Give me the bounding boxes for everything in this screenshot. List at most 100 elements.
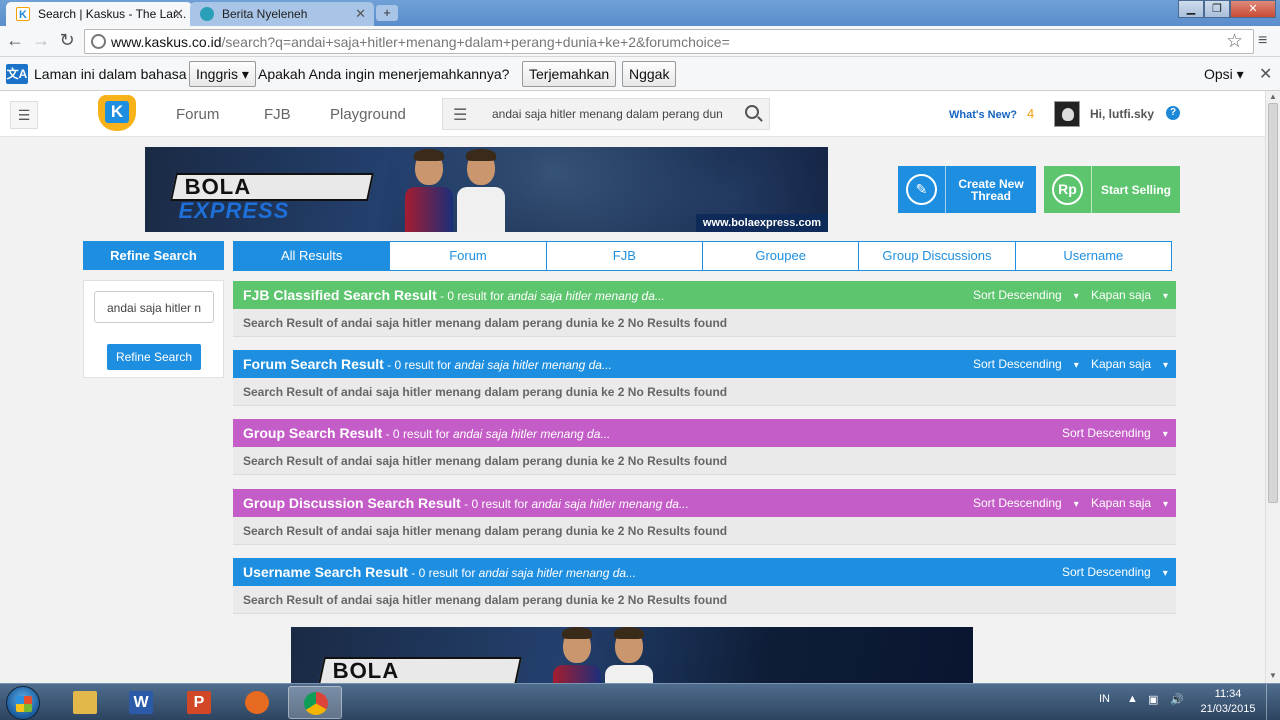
globe-icon (91, 34, 106, 49)
logo-k-icon: K (105, 101, 129, 123)
nav-playground[interactable]: Playground (330, 106, 406, 123)
tab-fjb[interactable]: FJB (545, 242, 702, 270)
reload-icon[interactable]: ↻ (56, 30, 78, 51)
nav-fjb[interactable]: FJB (264, 106, 291, 123)
refine-search-button[interactable]: Refine Search (107, 344, 201, 370)
translate-button[interactable]: Terjemahkan (522, 61, 617, 87)
bolaexpress-bottom-banner[interactable]: BOLAEXPRESS (291, 627, 973, 683)
close-tab-icon[interactable]: ✕ (173, 6, 184, 22)
scrollbar-thumb[interactable] (1268, 103, 1278, 503)
hamburger-menu-button[interactable]: ☰ (10, 101, 38, 129)
tab-title: Search | Kaskus - The Lar... (38, 7, 187, 21)
search-category-menu-icon[interactable]: ☰ (453, 105, 467, 125)
taskbar-explorer[interactable] (58, 686, 112, 719)
show-desktop-button[interactable] (1266, 684, 1280, 720)
tab-groupee[interactable]: Groupee (701, 242, 858, 270)
sort-dropdown[interactable]: Sort Descending (973, 357, 1079, 371)
scroll-up-icon[interactable]: ▲ (1269, 92, 1277, 101)
volume-icon[interactable]: 🔊 (1170, 693, 1184, 706)
language-select[interactable]: Inggris ▾ (189, 61, 256, 87)
new-tab-button[interactable]: + (376, 5, 398, 21)
windows-logo-icon (16, 696, 32, 712)
time-dropdown[interactable]: Kapan saja (1091, 496, 1168, 510)
notification-count[interactable]: 4 (1027, 106, 1034, 121)
powerpoint-icon: P (187, 691, 211, 714)
start-selling-button[interactable]: Rp Start Selling (1044, 166, 1180, 213)
header-search: ☰ andai saja hitler menang dalam perang … (442, 98, 770, 130)
tab-group-discussions[interactable]: Group Discussions (858, 242, 1014, 270)
network-icon[interactable]: ▣ (1148, 693, 1158, 706)
sort-dropdown[interactable]: Sort Descending (1062, 426, 1168, 440)
section-header: Group Discussion Search Result - 0 resul… (233, 489, 1176, 517)
close-tab-icon[interactable]: ✕ (355, 6, 366, 22)
start-button[interactable] (6, 686, 40, 720)
close-window-button[interactable]: ✕ (1230, 0, 1276, 18)
refine-search-input[interactable]: andai saja hitler n (94, 291, 214, 323)
nav-forum[interactable]: Forum (176, 106, 219, 123)
user-greeting[interactable]: Hi, lutfi.sky (1090, 107, 1154, 121)
url-text: www.kaskus.co.id/search?q=andai+saja+hit… (111, 34, 730, 50)
result-message: Search Result of andai saja hitler menan… (233, 517, 1176, 545)
back-icon[interactable]: ← (4, 30, 26, 51)
result-message: Search Result of andai saja hitler menan… (233, 586, 1176, 614)
decline-translate-button[interactable]: Nggak (622, 61, 677, 87)
bookmark-star-icon[interactable]: ☆ (1226, 30, 1243, 53)
taskbar-chrome[interactable] (288, 686, 342, 719)
tab-berita-nyeleneh[interactable]: Berita Nyeleneh ✕ (190, 2, 374, 26)
firefox-icon (245, 691, 269, 714)
kaskus-logo[interactable]: K (94, 93, 140, 135)
result-tabs: All Results Forum FJB Groupee Group Disc… (233, 241, 1172, 271)
refine-search-heading: Refine Search (83, 241, 224, 270)
translate-question: Apakah Anda ingin menerjemahkannya? (258, 66, 510, 82)
bolaexpress-logo: BOLAEXPRESS (318, 657, 522, 683)
translate-options-menu[interactable]: Opsi ▾ (1204, 66, 1244, 83)
result-message: Search Result of andai saja hitler menan… (233, 309, 1176, 337)
sort-dropdown[interactable]: Sort Descending (973, 288, 1079, 302)
sort-dropdown[interactable]: Sort Descending (1062, 565, 1168, 579)
forward-icon[interactable]: → (30, 30, 52, 51)
player-figure-2 (605, 627, 653, 683)
search-icon[interactable] (745, 105, 759, 119)
kaskus-page: ☰ K Forum FJB Playground ☰ andai saja hi… (0, 91, 1265, 683)
minimize-button[interactable]: ▁ (1178, 0, 1204, 18)
section-title: Group Discussion Search Result (243, 495, 461, 511)
browser-menu-icon[interactable]: ≡ (1258, 32, 1267, 50)
show-hidden-icons-icon[interactable]: ▲ (1127, 693, 1138, 705)
player-figure-2 (457, 149, 505, 232)
tab-all-results[interactable]: All Results (234, 242, 390, 270)
time-dropdown[interactable]: Kapan saja (1091, 357, 1168, 371)
kaskus-header: ☰ K Forum FJB Playground ☰ andai saja hi… (0, 91, 1265, 137)
bolaexpress-banner[interactable]: BOLA EXPRESS www.bolaexpress.com (145, 147, 828, 232)
whats-new-link[interactable]: What's New? (949, 109, 1017, 121)
input-language[interactable]: IN (1099, 693, 1110, 705)
taskbar-powerpoint[interactable]: P (172, 686, 226, 719)
time-dropdown[interactable]: Kapan saja (1091, 288, 1168, 302)
section-header: FJB Classified Search Result - 0 result … (233, 281, 1176, 309)
page-scrollbar[interactable]: ▲ ▼ (1265, 91, 1280, 683)
maximize-button[interactable]: ❐ (1204, 0, 1230, 18)
help-icon[interactable]: ? (1166, 106, 1180, 120)
bolaexpress-logo: BOLAEXPRESS (170, 173, 374, 223)
address-bar[interactable]: www.kaskus.co.id/search?q=andai+saja+hit… (84, 29, 1254, 54)
browser-titlebar: K Search | Kaskus - The Lar... ✕ Berita … (0, 0, 1280, 26)
tab-username[interactable]: Username (1014, 242, 1171, 270)
section-title: Username Search Result (243, 564, 408, 580)
refine-search-panel: andai saja hitler n Refine Search (83, 280, 224, 378)
section-header: Forum Search Result - 0 result for andai… (233, 350, 1176, 378)
create-new-thread-button[interactable]: ✎ Create New Thread (898, 166, 1036, 213)
scroll-down-icon[interactable]: ▼ (1269, 671, 1277, 680)
tab-forum[interactable]: Forum (389, 242, 545, 270)
sort-dropdown[interactable]: Sort Descending (973, 496, 1079, 510)
translate-prompt: Laman ini dalam bahasa (34, 66, 187, 82)
group-discussion-result-section: Group Discussion Search Result - 0 resul… (233, 489, 1176, 545)
system-clock[interactable]: 11:34 21/03/2015 (1200, 687, 1256, 717)
tab-kaskus-search[interactable]: K Search | Kaskus - The Lar... ✕ (6, 2, 192, 26)
folder-icon (73, 691, 97, 714)
avatar[interactable] (1054, 101, 1080, 127)
taskbar-firefox[interactable] (230, 686, 284, 719)
close-infobar-icon[interactable]: ✕ (1259, 64, 1272, 84)
taskbar-word[interactable]: W (114, 686, 168, 719)
banner-url: www.bolaexpress.com (696, 214, 828, 232)
header-search-input[interactable]: andai saja hitler menang dalam perang du… (492, 107, 724, 121)
clock-date: 21/03/2015 (1200, 703, 1256, 715)
